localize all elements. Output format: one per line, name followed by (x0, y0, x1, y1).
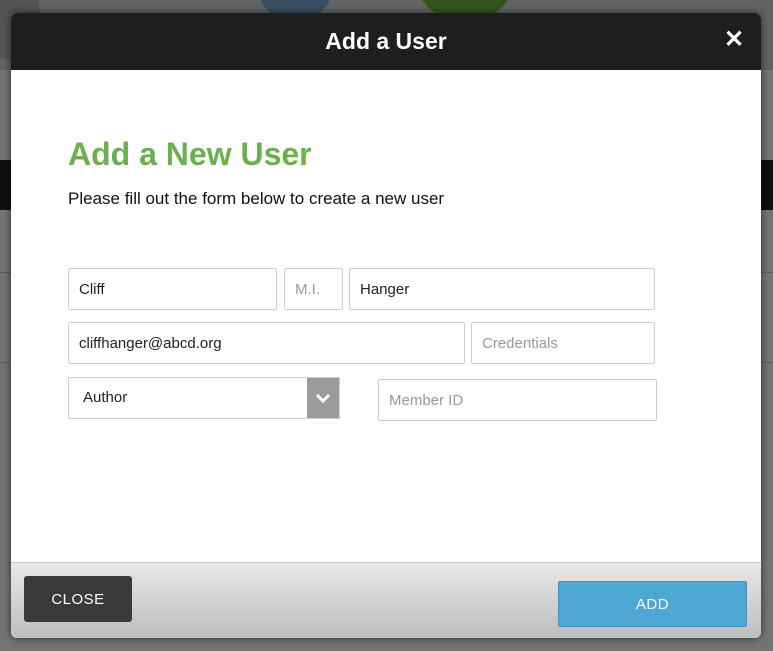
chevron-down-icon[interactable] (307, 378, 339, 418)
close-button[interactable]: CLOSE (24, 576, 132, 622)
email-input[interactable] (68, 322, 465, 364)
form-heading: Add a New User (68, 136, 312, 172)
modal-header: Add a User ✕ (11, 13, 761, 70)
add-button[interactable]: ADD (558, 581, 747, 627)
last-name-input[interactable] (349, 268, 655, 310)
middle-initial-input[interactable] (284, 268, 343, 310)
role-select[interactable]: Author (68, 377, 340, 419)
modal-body: Add a New User Please fill out the form … (11, 70, 761, 562)
member-id-input[interactable] (378, 379, 657, 421)
modal-title: Add a User (325, 28, 447, 54)
add-user-modal: Add a User ✕ Add a New User Please fill … (11, 13, 761, 638)
close-icon[interactable]: ✕ (721, 27, 747, 53)
modal-footer: CLOSE ADD (11, 562, 761, 638)
first-name-input[interactable] (68, 268, 277, 310)
form-subtitle: Please fill out the form below to create… (68, 189, 445, 208)
role-select-value: Author (83, 389, 128, 406)
credentials-input[interactable] (471, 322, 655, 364)
